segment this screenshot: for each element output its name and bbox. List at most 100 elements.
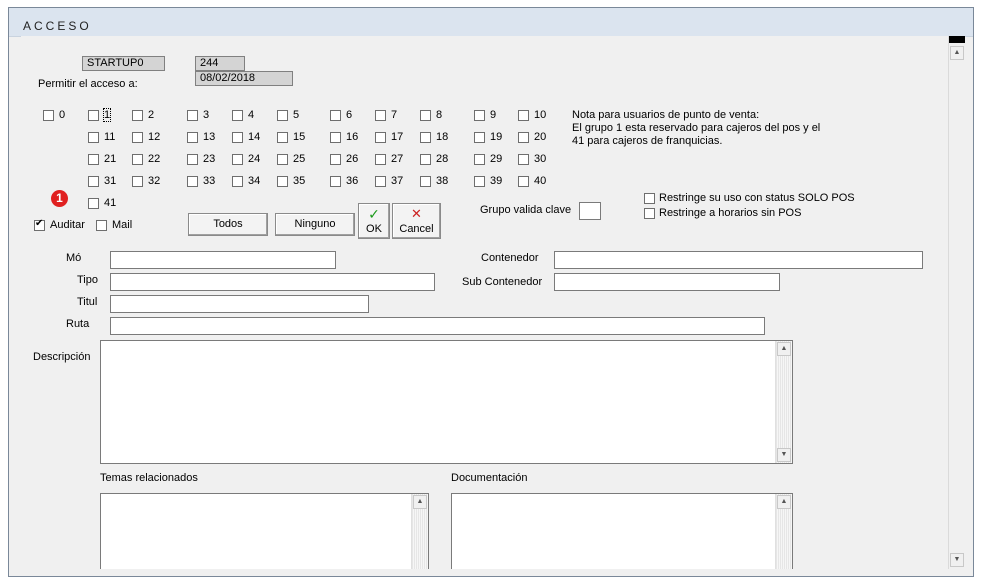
cancel-button[interactable]: ✕ Cancel <box>392 203 441 239</box>
group-checkbox-2[interactable] <box>132 110 143 121</box>
descripcion-textarea[interactable]: ▲ ▼ <box>100 340 793 464</box>
scroll-down-icon[interactable]: ▼ <box>950 553 964 567</box>
group-label-7: 7 <box>391 109 398 121</box>
group-checkbox-29[interactable] <box>474 154 485 165</box>
scroll-up-icon[interactable]: ▲ <box>413 495 427 509</box>
group-checkbox-17[interactable] <box>375 132 386 143</box>
group-checkbox-16[interactable] <box>330 132 341 143</box>
group-checkbox-6[interactable] <box>330 110 341 121</box>
group-checkbox-38[interactable] <box>420 176 431 187</box>
group-checkbox-8[interactable] <box>420 110 431 121</box>
ok-button[interactable]: ✓ OK <box>358 203 390 239</box>
group-label-0: 0 <box>59 109 66 121</box>
group-checkbox-3[interactable] <box>187 110 198 121</box>
group-label-24: 24 <box>248 153 261 165</box>
group-checkbox-21[interactable] <box>88 154 99 165</box>
group-checkbox-27[interactable] <box>375 154 386 165</box>
group-label-37: 37 <box>391 175 404 187</box>
group-checkbox-24[interactable] <box>232 154 243 165</box>
group-checkbox-34[interactable] <box>232 176 243 187</box>
sub-contenedor-input[interactable] <box>554 273 780 291</box>
auditar-checkbox[interactable] <box>34 218 45 231</box>
group-label-21: 21 <box>104 153 117 165</box>
auditar-label: Auditar <box>50 219 85 231</box>
group-checkbox-0[interactable] <box>43 110 54 121</box>
group-checkbox-10[interactable] <box>518 110 529 121</box>
mail-checkbox[interactable] <box>96 220 107 231</box>
date-field: 08/02/2018 <box>195 71 293 86</box>
grupo-valida-label: Grupo valida clave <box>480 204 572 216</box>
check-icon: ✓ <box>368 206 380 222</box>
group-checkbox-26[interactable] <box>330 154 341 165</box>
group-checkbox-15[interactable] <box>277 132 288 143</box>
group-checkbox-7[interactable] <box>375 110 386 121</box>
documentacion-label: Documentación <box>451 472 528 484</box>
note-line-2: El grupo 1 esta reservado para cajeros d… <box>572 122 821 134</box>
ruta-input[interactable] <box>110 317 765 335</box>
tipo-input[interactable] <box>110 273 435 291</box>
documentacion-textarea[interactable]: ▲ <box>451 493 793 569</box>
horarios-label: Restringe a horarios sin POS <box>659 207 802 219</box>
group-label-25: 25 <box>293 153 306 165</box>
group-label-1: 1 <box>102 108 112 122</box>
descripcion-scrollbar[interactable]: ▲ ▼ <box>775 341 792 463</box>
group-checkbox-28[interactable] <box>420 154 431 165</box>
titulo-input[interactable] <box>110 295 369 313</box>
group-checkbox-9[interactable] <box>474 110 485 121</box>
group-checkbox-37[interactable] <box>375 176 386 187</box>
todos-button[interactable]: Todos <box>188 213 268 236</box>
group-checkbox-5[interactable] <box>277 110 288 121</box>
group-label-3: 3 <box>203 109 210 121</box>
group-checkbox-18[interactable] <box>420 132 431 143</box>
solo-pos-checkbox[interactable] <box>644 193 655 204</box>
group-label-11: 11 <box>104 131 116 143</box>
group-label-6: 6 <box>346 109 353 121</box>
temas-textarea[interactable]: ▲ <box>100 493 429 569</box>
group-label-20: 20 <box>534 131 547 143</box>
close-icon: ✕ <box>411 206 422 221</box>
scroll-down-icon[interactable]: ▼ <box>777 448 791 462</box>
group-checkbox-22[interactable] <box>132 154 143 165</box>
group-checkbox-32[interactable] <box>132 176 143 187</box>
group-checkbox-20[interactable] <box>518 132 529 143</box>
group-checkbox-11[interactable] <box>88 132 99 143</box>
group-checkbox-23[interactable] <box>187 154 198 165</box>
group-checkbox-25[interactable] <box>277 154 288 165</box>
sub-contenedor-label: Sub Contenedor <box>462 276 543 288</box>
scroll-up-icon[interactable]: ▲ <box>777 495 791 509</box>
group-checkbox-12[interactable] <box>132 132 143 143</box>
group-checkbox-30[interactable] <box>518 154 529 165</box>
group-checkbox-40[interactable] <box>518 176 529 187</box>
group-checkbox-39[interactable] <box>474 176 485 187</box>
group-checkbox-4[interactable] <box>232 110 243 121</box>
group-checkbox-36[interactable] <box>330 176 341 187</box>
scroll-up-icon[interactable]: ▲ <box>950 46 964 60</box>
group-label-28: 28 <box>436 153 449 165</box>
group-checkbox-31[interactable] <box>88 176 99 187</box>
group-checkbox-1[interactable] <box>88 110 99 121</box>
group-label-2: 2 <box>148 109 155 121</box>
group-label-38: 38 <box>436 175 449 187</box>
documentacion-scrollbar[interactable]: ▲ <box>775 494 792 569</box>
group-label-12: 12 <box>148 131 161 143</box>
contenedor-input[interactable] <box>554 251 923 269</box>
group-checkbox-19[interactable] <box>474 132 485 143</box>
ninguno-button[interactable]: Ninguno <box>275 213 355 236</box>
group-label-14: 14 <box>248 131 261 143</box>
temas-scrollbar[interactable]: ▲ <box>411 494 428 569</box>
group-checkbox-41[interactable] <box>88 198 99 209</box>
group-label-13: 13 <box>203 131 216 143</box>
descripcion-label: Descripción <box>33 351 91 363</box>
main-scrollbar[interactable]: ▲ ▼ <box>948 36 965 569</box>
scroll-up-icon[interactable]: ▲ <box>777 342 791 356</box>
group-checkbox-14[interactable] <box>232 132 243 143</box>
grupo-valida-input[interactable] <box>579 202 601 220</box>
group-label-16: 16 <box>346 131 359 143</box>
group-checkbox-33[interactable] <box>187 176 198 187</box>
horarios-checkbox[interactable] <box>644 208 655 219</box>
group-label-23: 23 <box>203 153 216 165</box>
modulo-input[interactable] <box>110 251 336 269</box>
group-checkbox-13[interactable] <box>187 132 198 143</box>
group-checkbox-35[interactable] <box>277 176 288 187</box>
step-badge: 1 <box>51 190 68 207</box>
